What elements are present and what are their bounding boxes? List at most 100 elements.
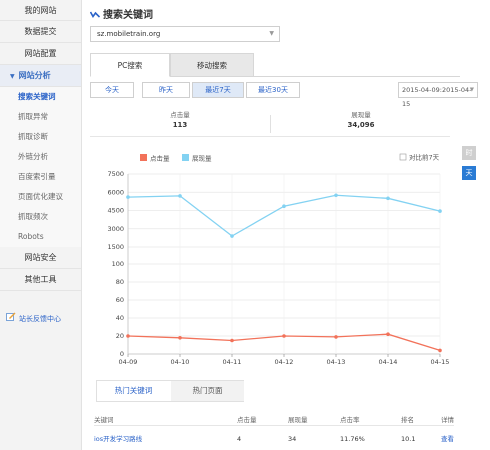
col-keyword: 关键词 — [94, 416, 114, 424]
date-range-field[interactable]: 2015-04-09:2015-04-15 ▼ — [398, 82, 478, 108]
y-tick-label: 60 — [116, 296, 124, 304]
data-point-clicks — [386, 332, 390, 336]
data-point-impressions — [334, 193, 338, 198]
col-rank: 排名 — [401, 416, 414, 424]
summary-stats: 点击量 113 展现量 34,096 — [90, 111, 450, 137]
line-chart: 点击量 展现量 对比前7天 0 20 40 60 80 100 1500 3000 4500 6000 7… — [107, 153, 450, 367]
sidebar-item-other-tools[interactable]: 其他工具 — [0, 269, 81, 291]
col-detail: 详情 — [441, 416, 454, 424]
x-tick-label: 04-11 — [223, 358, 242, 366]
chevron-down-icon: ▼ — [269, 30, 274, 37]
y-tick-label: 80 — [116, 278, 124, 286]
sidebar-sub-backlinks[interactable]: 外链分析 — [0, 147, 81, 167]
data-point-clicks — [438, 348, 442, 353]
compare-label: 对比前7天 — [409, 153, 440, 162]
range-last30-button[interactable]: 最近30天 — [246, 82, 300, 98]
row-ctr: 11.76% — [340, 435, 365, 443]
row-impressions: 34 — [288, 435, 297, 443]
table-row: ios开发学习路线 4 34 11.76% 10.1 查看 — [94, 433, 454, 445]
zigzag-icon — [89, 10, 101, 21]
x-tick-label: 04-10 — [171, 358, 190, 366]
chevron-down-icon: ▼ — [469, 87, 474, 93]
data-point-clicks — [178, 336, 182, 340]
feedback-label: 站长反馈中心 — [19, 315, 61, 323]
stat-clicks: 点击量 113 — [90, 111, 270, 130]
caret-down-icon: ▼ — [10, 73, 15, 80]
data-point-clicks — [230, 338, 234, 343]
stat-impressions: 展现量 34,096 — [271, 111, 451, 130]
range-last7-button[interactable]: 最近7天 — [192, 82, 244, 98]
sidebar-group-label: 网站分析 — [18, 71, 51, 80]
data-point-impressions — [386, 196, 390, 201]
tab-hot-pages[interactable]: 热门页面 — [171, 381, 244, 401]
stat-clicks-label: 点击量 — [170, 111, 190, 119]
y-tick-label: 100 — [112, 260, 124, 268]
data-point-clicks — [334, 335, 338, 339]
sidebar-item-data-submit[interactable]: 数据提交 — [0, 21, 81, 43]
data-point-impressions — [438, 209, 442, 213]
data-point-clicks — [126, 334, 130, 338]
sidebar-sub-crawl-diagnosis[interactable]: 抓取诊断 — [0, 127, 81, 147]
view-detail-link[interactable]: 查看 — [441, 433, 454, 445]
stat-impressions-label: 展现量 — [351, 111, 371, 119]
sidebar-sub-robots[interactable]: Robots — [0, 227, 81, 247]
sidebar-sub-search-keywords[interactable]: 搜索关键词 — [0, 87, 81, 107]
side-tab-day[interactable]: 天 — [462, 166, 476, 180]
data-point-impressions — [230, 234, 234, 238]
chart-area: 点击量 展现量 对比前7天 0 20 40 60 80 100 1500 3000 4500 6000 7… — [88, 148, 460, 370]
page-title: 搜索关键词 — [89, 6, 153, 21]
sidebar-group-site-analysis[interactable]: ▼ 网站分析 — [0, 65, 81, 87]
y-tick-label: 0 — [120, 350, 124, 358]
sidebar: 我的网站 数据提交 网站配置 ▼ 网站分析 搜索关键词 抓取异常 抓取诊断 外链分… — [0, 0, 82, 450]
sidebar-sub-crawl-frequency[interactable]: 抓取频次 — [0, 207, 81, 227]
legend-swatch-impressions — [182, 154, 189, 161]
row-rank: 10.1 — [401, 435, 416, 443]
col-clicks: 点击量 — [237, 416, 257, 424]
data-point-impressions — [282, 204, 286, 209]
sidebar-sub-page-optimization[interactable]: 页面优化建议 — [0, 187, 81, 207]
sidebar-item-my-sites[interactable]: 我的网站 — [0, 0, 81, 21]
x-tick-label: 04-13 — [327, 358, 346, 366]
table-header: 关键词 点击量 展现量 点击率 排名 详情 — [94, 414, 454, 426]
y-tick-label: 4500 — [107, 207, 124, 215]
search-type-tabs: PC搜索 移动搜索 — [90, 53, 460, 77]
x-tick-label: 04-12 — [275, 358, 294, 366]
page-title-text: 搜索关键词 — [103, 10, 153, 21]
sidebar-sub-index-volume[interactable]: 百度索引量 — [0, 167, 81, 187]
data-point-impressions — [178, 194, 182, 198]
bottom-tabs: 热门关键词 热门页面 — [96, 380, 244, 402]
legend-label-clicks: 点击量 — [150, 154, 170, 163]
stat-clicks-value: 113 — [172, 121, 188, 129]
y-tick-label: 7500 — [107, 170, 124, 178]
row-clicks: 4 — [237, 435, 242, 443]
stat-impressions-value: 34,096 — [347, 121, 375, 129]
site-select-value: sz.mobiletrain.org — [97, 30, 161, 38]
col-ctr: 点击率 — [340, 416, 360, 424]
x-tick-label: 04-09 — [119, 358, 138, 366]
legend-swatch-clicks — [140, 154, 147, 161]
tab-mobile-search[interactable]: 移动搜索 — [170, 53, 254, 77]
side-tab-hour[interactable]: 时 — [462, 146, 476, 160]
x-tick-label: 04-14 — [379, 358, 398, 366]
feedback-link[interactable]: 站长反馈中心 — [6, 312, 61, 326]
keyword-link[interactable]: ios开发学习路线 — [94, 433, 142, 445]
tab-pc-search[interactable]: PC搜索 — [90, 53, 170, 77]
compare-checkbox[interactable] — [399, 153, 407, 161]
range-today-button[interactable]: 今天 — [90, 82, 134, 98]
legend-label-impressions: 展现量 — [192, 155, 212, 163]
col-impressions: 展现量 — [288, 416, 308, 424]
range-yesterday-button[interactable]: 昨天 — [142, 82, 190, 98]
y-tick-label: 20 — [116, 332, 124, 340]
y-tick-label: 40 — [116, 314, 124, 322]
y-tick-label: 3000 — [107, 225, 124, 233]
x-tick-label: 04-15 — [431, 358, 450, 366]
sidebar-sub-crawl-errors[interactable]: 抓取异常 — [0, 107, 81, 127]
date-range-value: 2015-04-09:2015-04-15 — [402, 86, 472, 108]
feedback-icon — [6, 312, 16, 326]
sidebar-item-site-security[interactable]: 网站安全 — [0, 247, 81, 269]
site-select[interactable]: sz.mobiletrain.org ▼ — [90, 26, 280, 42]
data-point-impressions — [126, 195, 130, 199]
tab-hot-keywords[interactable]: 热门关键词 — [97, 381, 170, 401]
y-tick-label: 6000 — [107, 188, 124, 196]
sidebar-item-site-config[interactable]: 网站配置 — [0, 43, 81, 65]
